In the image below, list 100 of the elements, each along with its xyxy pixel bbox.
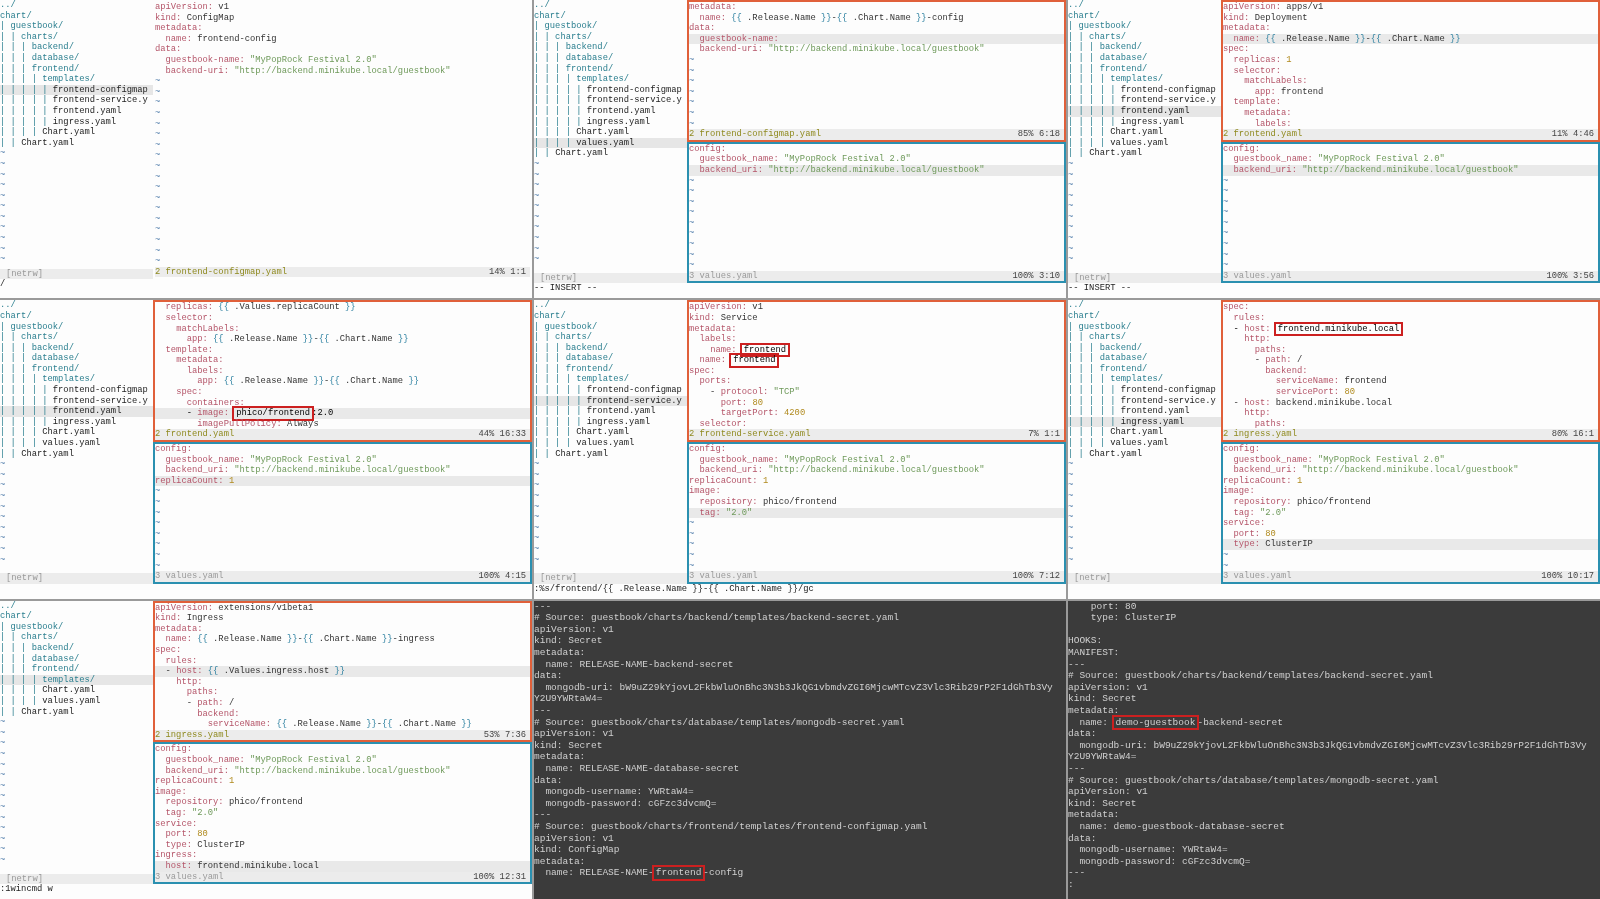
tree-item[interactable]: | | | backend/ bbox=[534, 42, 687, 53]
tree-item[interactable]: | | charts/ bbox=[534, 332, 687, 343]
tree-item[interactable]: | | | | | frontend-service.y bbox=[1068, 395, 1221, 407]
tree-item[interactable]: | | | database/ bbox=[534, 353, 687, 364]
tree-item[interactable]: | | | | Chart.yaml bbox=[0, 127, 153, 138]
tree-item[interactable]: ../ bbox=[1068, 0, 1221, 11]
tree-item[interactable]: chart/ bbox=[1068, 310, 1221, 322]
tree-item[interactable]: | | | database/ bbox=[534, 52, 687, 64]
tree-item[interactable]: | | | | | frontend-service.y bbox=[0, 395, 153, 407]
tree-item[interactable]: | | | database/ bbox=[1068, 52, 1221, 64]
tree-item[interactable]: | | | frontend/ bbox=[0, 363, 153, 375]
tree-item[interactable]: | | charts/ bbox=[534, 31, 687, 43]
tree-item[interactable]: | | Chart.yaml bbox=[1068, 448, 1221, 460]
tree-item[interactable]: chart/ bbox=[0, 611, 153, 622]
tree-item[interactable]: | | | | Chart.yaml bbox=[1068, 127, 1221, 138]
tree-item[interactable]: | | | | | frontend-configmap bbox=[0, 385, 153, 396]
tree-item[interactable]: | | | | templates/ bbox=[0, 674, 153, 686]
tree-item[interactable]: | | | | | frontend.yaml bbox=[1068, 105, 1221, 117]
tree-item[interactable]: | guestbook/ bbox=[534, 21, 687, 32]
tree-item[interactable]: ../ bbox=[534, 0, 687, 11]
command-line[interactable]: -- INSERT -- bbox=[534, 283, 1066, 295]
tree-item[interactable]: chart/ bbox=[0, 310, 153, 322]
tree-item[interactable]: | | | | | frontend-configmap bbox=[1068, 385, 1221, 396]
tree-item[interactable]: | guestbook/ bbox=[0, 621, 153, 633]
tree-item[interactable]: | | | | templates/ bbox=[0, 74, 153, 85]
command-line[interactable]: -- INSERT -- bbox=[1068, 283, 1600, 295]
tree-item[interactable]: | | | | | frontend-configmap bbox=[0, 84, 153, 96]
tree-item[interactable]: | | | frontend/ bbox=[0, 664, 153, 675]
tree-item[interactable]: | | | | | ingress.yaml bbox=[534, 116, 687, 128]
tree-item[interactable]: | | | frontend/ bbox=[0, 63, 153, 75]
tree-item[interactable]: | | | | templates/ bbox=[0, 374, 153, 386]
tree-item[interactable]: ../ bbox=[0, 300, 153, 311]
tree-item[interactable]: | | Chart.yaml bbox=[0, 706, 153, 718]
tree-item[interactable]: | | | | | ingress.yaml bbox=[1068, 116, 1221, 128]
tree-item[interactable]: | | | | values.yaml bbox=[534, 137, 687, 149]
tree-item[interactable]: | | | | | frontend-service.y bbox=[534, 395, 687, 407]
tree-item[interactable]: | guestbook/ bbox=[0, 21, 153, 32]
tree-item[interactable]: | | | backend/ bbox=[0, 342, 153, 354]
tree-item[interactable]: | | | | Chart.yaml bbox=[0, 427, 153, 439]
tree-item[interactable]: | | | frontend/ bbox=[534, 363, 687, 375]
tree-item[interactable]: chart/ bbox=[0, 10, 153, 22]
tree-item[interactable]: | | | | templates/ bbox=[534, 74, 687, 85]
tree-item[interactable]: | | | | | frontend-service.y bbox=[534, 95, 687, 106]
tree-item[interactable]: | | Chart.yaml bbox=[0, 137, 153, 149]
tree-item[interactable]: chart/ bbox=[534, 310, 687, 322]
tree-item[interactable]: | | Chart.yaml bbox=[0, 448, 153, 460]
command-line[interactable]: / bbox=[0, 279, 532, 291]
tree-item[interactable]: | | | database/ bbox=[0, 653, 153, 665]
tree-item[interactable]: | | | database/ bbox=[0, 353, 153, 364]
tree-item[interactable]: | | | | values.yaml bbox=[1068, 137, 1221, 149]
tree-item[interactable]: | | | | | frontend.yaml bbox=[0, 406, 153, 417]
command-line[interactable]: :1wincmd w bbox=[0, 884, 532, 895]
tree-item[interactable]: | guestbook/ bbox=[1068, 321, 1221, 333]
command-line[interactable]: :%s/frontend/{{ .Release.Name }}-{{ .Chart.Name }}/gc bbox=[534, 583, 1066, 595]
tree-item[interactable]: | | | | | frontend-configmap bbox=[534, 385, 687, 396]
tree-item[interactable]: | | | backend/ bbox=[1068, 42, 1221, 53]
tree-item[interactable]: ../ bbox=[0, 0, 153, 11]
tree-item[interactable]: ../ bbox=[0, 600, 153, 612]
tree-item[interactable]: | | | database/ bbox=[1068, 353, 1221, 364]
tree-item[interactable]: | guestbook/ bbox=[1068, 21, 1221, 32]
tree-item[interactable]: | | | | | frontend.yaml bbox=[1068, 406, 1221, 417]
tree-item[interactable]: | guestbook/ bbox=[0, 321, 153, 333]
tree-item[interactable]: | | | | | ingress.yaml bbox=[0, 116, 153, 128]
tree-item[interactable]: chart/ bbox=[1068, 10, 1221, 22]
tree-item[interactable]: | | | | | ingress.yaml bbox=[0, 416, 153, 428]
tree-item[interactable]: | | | | values.yaml bbox=[1068, 438, 1221, 449]
tree-item[interactable]: | | | | | frontend.yaml bbox=[534, 105, 687, 117]
tree-item[interactable]: | | | frontend/ bbox=[534, 63, 687, 75]
tree-item[interactable]: | | Chart.yaml bbox=[1068, 148, 1221, 159]
tree-item[interactable]: | | | | Chart.yaml bbox=[0, 685, 153, 696]
tree-item[interactable]: ../ bbox=[534, 300, 687, 311]
tree-item[interactable]: | | | backend/ bbox=[0, 643, 153, 654]
tree-item[interactable]: | | | | values.yaml bbox=[534, 438, 687, 449]
tree-item[interactable]: | | | | | frontend-configmap bbox=[1068, 84, 1221, 96]
tree-item[interactable]: | | | | templates/ bbox=[534, 374, 687, 386]
tree-item[interactable]: | | charts/ bbox=[1068, 332, 1221, 343]
tree-item[interactable]: | | charts/ bbox=[0, 332, 153, 343]
tree-item[interactable]: | | | | | ingress.yaml bbox=[534, 416, 687, 428]
tree-item[interactable]: | | | | values.yaml bbox=[0, 438, 153, 449]
tree-item[interactable]: chart/ bbox=[534, 10, 687, 22]
tree-item[interactable]: | | | backend/ bbox=[1068, 342, 1221, 354]
tree-item[interactable]: | | | database/ bbox=[0, 52, 153, 64]
tree-item[interactable]: | | | frontend/ bbox=[1068, 63, 1221, 75]
tree-item[interactable]: | | | | templates/ bbox=[1068, 374, 1221, 386]
tree-item[interactable]: | | | | | ingress.yaml bbox=[1068, 416, 1221, 428]
tree-item[interactable]: | | | backend/ bbox=[534, 342, 687, 354]
tree-item[interactable]: | | | | Chart.yaml bbox=[1068, 427, 1221, 439]
tree-item[interactable]: | | charts/ bbox=[0, 31, 153, 43]
tree-item[interactable]: | | | | | frontend.yaml bbox=[534, 406, 687, 417]
tree-item[interactable]: ../ bbox=[1068, 300, 1221, 311]
tree-item[interactable]: | | | | Chart.yaml bbox=[534, 427, 687, 439]
tree-item[interactable]: | | | | | frontend.yaml bbox=[0, 105, 153, 117]
tree-item[interactable]: | | | | | frontend-service.y bbox=[0, 95, 153, 106]
tree-item[interactable]: | | | | Chart.yaml bbox=[534, 127, 687, 138]
tree-item[interactable]: | | | backend/ bbox=[0, 42, 153, 53]
tree-item[interactable]: | | | | | frontend-configmap bbox=[534, 84, 687, 96]
tree-item[interactable]: | | charts/ bbox=[1068, 31, 1221, 43]
tree-item[interactable]: | guestbook/ bbox=[534, 321, 687, 333]
tree-item[interactable]: | | | | | frontend-service.y bbox=[1068, 95, 1221, 106]
tree-item[interactable]: | | | | values.yaml bbox=[0, 696, 153, 707]
